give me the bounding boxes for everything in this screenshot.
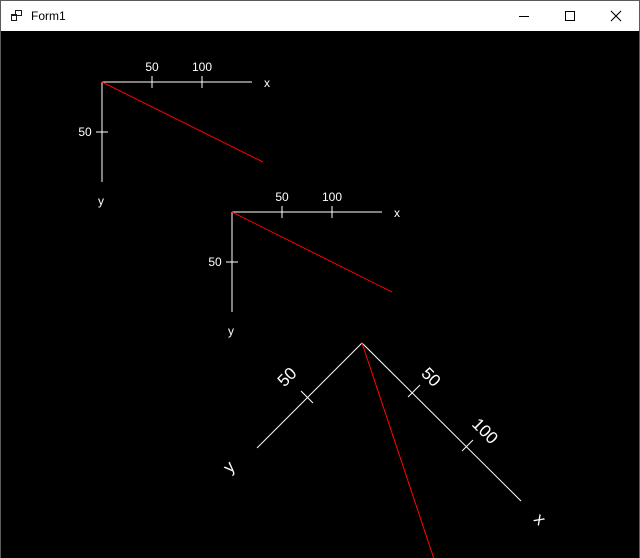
x-tick-label-50-2: 50 xyxy=(275,190,289,204)
x-axis-3 xyxy=(361,342,522,502)
y-axis-label-2: y xyxy=(228,324,234,338)
x-tick-label-100-2: 100 xyxy=(322,190,342,204)
y-tick-label-50-2: 50 xyxy=(208,255,222,269)
axes-group-2: 50 100 50 x y xyxy=(208,190,400,338)
x-axis-label-3: x xyxy=(530,509,550,529)
x-tick-label-50-3: 50 xyxy=(417,364,444,391)
y-tick-50-3 xyxy=(300,390,314,404)
canvas-drawing: 50 100 50 x y 50 100 50 x y 50 100 50 x … xyxy=(78,60,550,558)
x-tick-100-3 xyxy=(461,439,474,452)
axes-group-1: 50 100 50 x y xyxy=(78,60,270,208)
maximize-button[interactable] xyxy=(547,1,593,31)
maximize-icon xyxy=(565,11,575,21)
form1-window: Form1 50 100 50 x y 50 100 50 x y 50 100… xyxy=(0,0,640,558)
x-tick-label-100-1: 100 xyxy=(192,60,212,74)
minimize-icon xyxy=(519,16,529,17)
close-button[interactable] xyxy=(593,1,639,31)
x-tick-label-100-3: 100 xyxy=(468,414,501,447)
y-axis-label-3: y xyxy=(219,457,239,477)
x-axis-label-2: x xyxy=(394,206,400,220)
x-axis-label-1: x xyxy=(264,76,270,90)
app-icon xyxy=(11,10,22,21)
close-icon xyxy=(610,10,622,22)
y-axis-3 xyxy=(256,342,363,449)
minimize-button[interactable] xyxy=(501,1,547,31)
title-bar[interactable]: Form1 xyxy=(1,1,639,31)
drawing-canvas: 50 100 50 x y 50 100 50 x y 50 100 50 x … xyxy=(1,31,639,558)
red-line-1 xyxy=(101,81,264,163)
y-tick-label-50-3: 50 xyxy=(274,364,301,391)
x-tick-label-50-1: 50 xyxy=(145,60,159,74)
window-title: Form1 xyxy=(31,9,66,23)
axes-group-3: 50 100 50 x y xyxy=(219,342,550,558)
y-tick-label-50-1: 50 xyxy=(78,125,92,139)
red-line-2 xyxy=(231,211,393,293)
y-axis-label-1: y xyxy=(98,194,104,208)
